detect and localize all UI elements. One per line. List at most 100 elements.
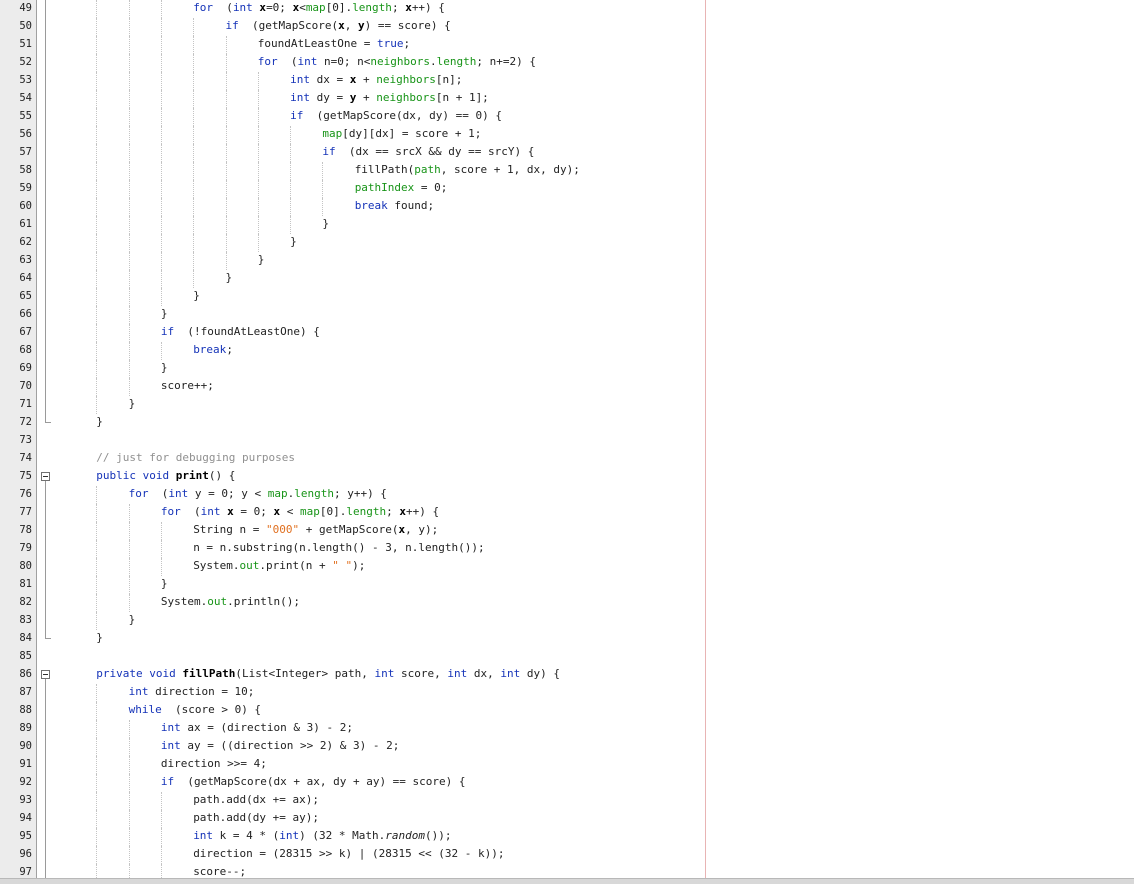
line-number: 68 xyxy=(19,344,32,356)
code-token: [0]. xyxy=(325,1,353,14)
code-line[interactable]: 89 int ax = (direction & 3) - 2; xyxy=(0,720,1134,738)
code-line[interactable]: 88 while (score > 0) { xyxy=(0,702,1134,720)
line-number: 81 xyxy=(19,578,32,590)
code-line[interactable]: 50 if (getMapScore(x, y) == score) { xyxy=(0,18,1134,36)
code-line[interactable]: 83} xyxy=(0,612,1134,630)
code-line[interactable]: 63} xyxy=(0,252,1134,270)
code-line[interactable]: 93 path.add(dx += ax); xyxy=(0,792,1134,810)
code-line[interactable]: 94 path.add(dy += ay); xyxy=(0,810,1134,828)
code-line[interactable]: 77 for (int x = 0; x < map[0].length; x++… xyxy=(0,504,1134,522)
indent-guide xyxy=(160,18,162,36)
code-text: int ay = ((direction >> 2) & 3) - 2; xyxy=(161,737,399,755)
code-line[interactable]: 84} xyxy=(0,630,1134,648)
code-line[interactable]: 64} xyxy=(0,270,1134,288)
code-line[interactable]: 65} xyxy=(0,288,1134,306)
code-line[interactable]: 74 // just for debugging purposes xyxy=(0,450,1134,468)
code-token: map xyxy=(267,487,288,500)
fold-collapse-icon[interactable] xyxy=(41,670,50,679)
indent-guide xyxy=(128,378,130,396)
code-line[interactable]: 54 int dy = y + neighbors[n + 1]; xyxy=(0,90,1134,108)
code-token: + xyxy=(356,73,377,86)
code-line[interactable]: 85 xyxy=(0,648,1134,666)
indent-guide xyxy=(193,270,195,288)
indent-guide xyxy=(160,198,162,216)
code-line[interactable]: 75 public void print() { xyxy=(0,468,1134,486)
code-line[interactable]: 76 for (int y = 0; y < map.length; y++) { xyxy=(0,486,1134,504)
code-line[interactable]: 82 System.out.println(); xyxy=(0,594,1134,612)
code-text: for (int n=0; n<neighbors.length; n+=2) … xyxy=(258,53,536,71)
code-line[interactable]: 86 private void fillPath(List<Integer> pa… xyxy=(0,666,1134,684)
code-line[interactable]: 58 fillPath(path, score + 1, dx, dy); xyxy=(0,162,1134,180)
fold-collapse-icon[interactable] xyxy=(41,472,50,481)
code-line[interactable]: 62} xyxy=(0,234,1134,252)
code-editor[interactable]: 49 for (int x=0; x<map[0].length; x++) {5… xyxy=(0,0,1134,884)
code-token: (List<Integer> path, xyxy=(235,667,375,680)
code-line[interactable]: 59 pathIndex = 0; xyxy=(0,180,1134,198)
code-token: private xyxy=(96,667,143,680)
code-line[interactable]: 81} xyxy=(0,576,1134,594)
indent-guide xyxy=(160,810,162,828)
horizontal-scrollbar[interactable] xyxy=(0,878,1134,884)
code-line[interactable]: 60 break found; xyxy=(0,198,1134,216)
code-line[interactable]: 78 String n = "000" + getMapScore(x, y); xyxy=(0,522,1134,540)
indent-guide xyxy=(128,522,130,540)
indent-guide xyxy=(225,144,227,162)
code-line[interactable]: 49 for (int x=0; x<map[0].length; x++) { xyxy=(0,0,1134,18)
indent-guide xyxy=(128,216,130,234)
indent-guide xyxy=(160,558,162,576)
code-text: int dx = x + neighbors[n]; xyxy=(290,71,462,89)
indent-guide xyxy=(128,846,130,864)
line-number: 89 xyxy=(19,722,32,734)
code-token: for xyxy=(193,1,214,14)
code-token: foundAtLeastOne = xyxy=(257,37,378,50)
code-line[interactable]: 96 direction = (28315 >> k) | (28315 << (… xyxy=(0,846,1134,864)
line-number: 83 xyxy=(19,614,32,626)
code-line[interactable]: 69} xyxy=(0,360,1134,378)
indent-guide xyxy=(96,846,98,864)
code-line[interactable]: 55 if (getMapScore(dx, dy) == 0) { xyxy=(0,108,1134,126)
code-line[interactable]: 68 break; xyxy=(0,342,1134,360)
code-token: dx, xyxy=(467,667,501,680)
line-number: 69 xyxy=(19,362,32,374)
code-line[interactable]: 92 if (getMapScore(dx + ax, dy + ay) == s… xyxy=(0,774,1134,792)
indent-guide xyxy=(160,180,162,198)
code-token: [dy][dx] = score + 1; xyxy=(342,127,482,140)
code-token: .print(n + xyxy=(259,559,333,572)
code-line[interactable]: 56 map[dy][dx] = score + 1; xyxy=(0,126,1134,144)
code-text: break; xyxy=(193,341,233,359)
code-line[interactable]: 90 int ay = ((direction >> 2) & 3) - 2; xyxy=(0,738,1134,756)
indent-guide xyxy=(128,792,130,810)
code-line[interactable]: 91 direction >>= 4; xyxy=(0,756,1134,774)
indent-guide xyxy=(193,234,195,252)
code-line[interactable]: 73 xyxy=(0,432,1134,450)
code-line[interactable]: 53 int dx = x + neighbors[n]; xyxy=(0,72,1134,90)
code-line[interactable]: 71} xyxy=(0,396,1134,414)
indent-guide xyxy=(225,198,227,216)
code-line[interactable]: 61} xyxy=(0,216,1134,234)
indent-guide xyxy=(225,180,227,198)
code-token: fillPath( xyxy=(354,163,415,176)
code-line[interactable]: 87 int direction = 10; xyxy=(0,684,1134,702)
code-token: public xyxy=(96,469,137,482)
indent-guide xyxy=(96,540,98,558)
indent-guide xyxy=(193,36,195,54)
code-line[interactable]: 79 n = n.substring(n.length() - 3, n.leng… xyxy=(0,540,1134,558)
line-number: 75 xyxy=(19,470,32,482)
indent-guide xyxy=(128,288,130,306)
code-line[interactable]: 72} xyxy=(0,414,1134,432)
code-line[interactable]: 80 System.out.print(n + " "); xyxy=(0,558,1134,576)
code-line[interactable]: 52 for (int n=0; n<neighbors.length; n+=2… xyxy=(0,54,1134,72)
code-line[interactable]: 67 if (!foundAtLeastOne) { xyxy=(0,324,1134,342)
indent-guide xyxy=(96,306,98,324)
code-line[interactable]: 66} xyxy=(0,306,1134,324)
code-line[interactable]: 57 if (dx == srcX && dy == srcY) { xyxy=(0,144,1134,162)
indent-guide xyxy=(96,810,98,828)
code-line[interactable]: 51 foundAtLeastOne = true; xyxy=(0,36,1134,54)
indent-guide xyxy=(96,270,98,288)
code-token: y xyxy=(357,19,365,32)
code-line[interactable]: 70 score++; xyxy=(0,378,1134,396)
line-number: 62 xyxy=(19,236,32,248)
fold-end-marker xyxy=(45,422,51,423)
code-line[interactable]: 95 int k = 4 * (int) (32 * Math.random())… xyxy=(0,828,1134,846)
code-token: score++; xyxy=(160,379,214,392)
